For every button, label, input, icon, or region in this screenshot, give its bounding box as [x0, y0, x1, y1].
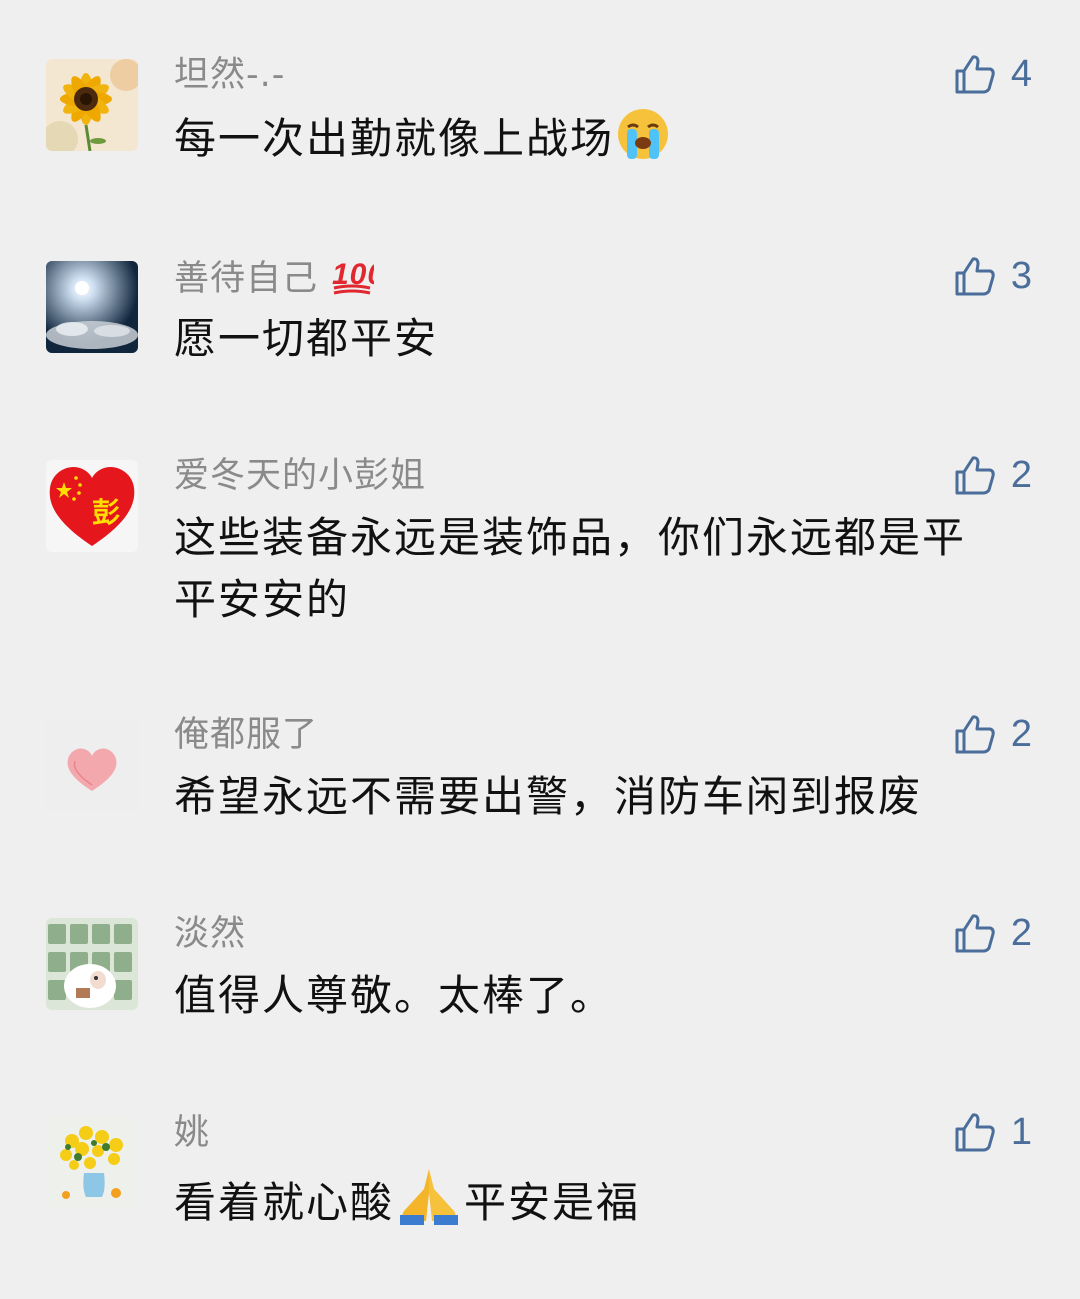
comment-list: 坦然-.- 每一次出勤就像上战场 4 善待自己 10 愿一切都平安 3 彭 爱冬… [0, 0, 1080, 1299]
avatar[interactable]: 彭 [46, 460, 138, 552]
like-count: 3 [1010, 254, 1032, 297]
commenter-name[interactable]: 淡然 [174, 911, 246, 957]
folded-hands-icon [396, 1165, 462, 1242]
avatar[interactable] [46, 59, 138, 151]
like-button[interactable]: 4 [953, 52, 1032, 96]
commenter-name[interactable]: 爱冬天的小彭姐 [174, 453, 426, 499]
commenter-name[interactable]: 坦然-.- [174, 52, 285, 98]
like-button[interactable]: 2 [953, 911, 1032, 955]
like-button[interactable]: 3 [953, 254, 1032, 298]
comment-text: 值得人尊敬。太棒了。 [174, 971, 615, 1020]
comment-text: 看着就心酸 平安是福 [174, 1165, 1004, 1242]
thumbs-up-icon [953, 911, 997, 955]
pink-heart-avatar-image [46, 719, 138, 811]
like-count: 1 [1010, 1110, 1032, 1153]
commenter-name[interactable]: 善待自己 100 [174, 254, 384, 308]
heart-flag-avatar-image: 彭 [46, 460, 138, 552]
thumbs-up-icon [953, 52, 997, 96]
thumbs-up-icon [953, 712, 997, 756]
comment-text: 愿一切都平安 [174, 314, 439, 363]
comment-text: 希望永远不需要出警，消防车闲到报废 [174, 772, 923, 821]
thumbs-up-icon [953, 1110, 997, 1154]
avatar[interactable] [46, 1117, 138, 1209]
hundred-points-icon: 100 [330, 254, 384, 308]
comment-body: 每一次出勤就像上战场 [174, 114, 615, 163]
commenter-name[interactable]: 姚 [174, 1110, 210, 1156]
comment-body: 平安是福 [464, 1178, 641, 1227]
like-button[interactable]: 2 [953, 712, 1032, 756]
comment-text: 这些装备永远是装饰品，你们永远都是平平安安的 [174, 513, 967, 624]
avatar[interactable] [46, 261, 138, 353]
avatar[interactable] [46, 719, 138, 811]
flower-vase-avatar-image [46, 1117, 138, 1209]
like-count: 2 [1010, 911, 1032, 954]
commenter-name-text: 善待自己 [174, 259, 319, 299]
like-button[interactable]: 2 [953, 453, 1032, 497]
avatar-label: 彭 [92, 496, 120, 529]
commenter-name[interactable]: 俺都服了 [174, 712, 318, 758]
comment-text: 每一次出勤就像上战场 [174, 107, 1004, 178]
thumbs-up-icon [953, 254, 997, 298]
cartoon-sheep-avatar-image [46, 918, 138, 1010]
sky-avatar-image [46, 261, 138, 353]
avatar[interactable] [46, 918, 138, 1010]
like-count: 4 [1010, 52, 1032, 95]
thumbs-up-icon [953, 453, 997, 497]
like-count: 2 [1010, 712, 1032, 755]
like-button[interactable]: 1 [953, 1110, 1032, 1154]
comment-body: 看着就心酸 [174, 1178, 395, 1227]
sunflower-avatar-image [46, 59, 138, 151]
like-count: 2 [1010, 453, 1032, 496]
loudly-crying-face-icon [616, 107, 670, 178]
